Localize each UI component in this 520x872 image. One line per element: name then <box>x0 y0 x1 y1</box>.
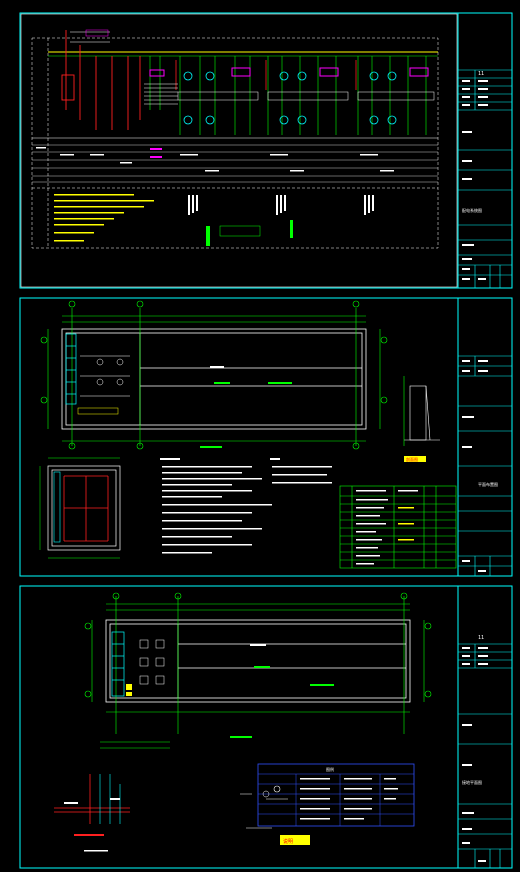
feeder-group-1 <box>149 56 259 135</box>
feeder-group-2 <box>267 56 349 135</box>
sheet-3-title-block <box>458 643 512 868</box>
switchgear-row <box>65 333 77 405</box>
sheet-2-drawing-name: 平面布置图 <box>478 481 498 487</box>
grounding-plan <box>105 619 411 703</box>
sheet-2-canvas: 平面布置图 剖面图 <box>19 297 513 577</box>
sheet-3-number: 11 <box>478 635 484 641</box>
grid-lines-3 <box>91 596 425 734</box>
section-label: 剖面图 <box>406 456 418 462</box>
highlight-label: 说明 <box>283 838 293 845</box>
sheet-1-canvas: 11 配电系统图 <box>19 12 513 289</box>
sheet-3-canvas: 11 接地平面图 图例 说明 <box>19 585 513 869</box>
drawing-sheet-3: 11 接地平面图 图例 说明 <box>0 584 520 872</box>
sheet-2-title-block <box>458 355 512 576</box>
sheet-2-frame <box>19 297 513 577</box>
sheet-3-drawing-name: 接地平面图 <box>462 779 482 785</box>
switchgear-3 <box>111 631 125 697</box>
drawing-sheet-1: 11 配电系统图 <box>0 0 520 292</box>
drawing-sheet-2: 平面布置图 剖面图 <box>0 296 520 578</box>
feeder-group-3 <box>357 56 435 135</box>
system-notes <box>54 194 154 242</box>
sheet-1-drawing-name: 配电系统图 <box>462 207 482 213</box>
sheet-2-notes <box>160 458 332 554</box>
section-view <box>403 376 440 446</box>
incoming-feeder <box>61 30 141 130</box>
legend-box: 图例 <box>257 763 415 827</box>
legend-title: 图例 <box>326 766 334 772</box>
sheet-1-number: 11 <box>478 71 484 77</box>
system-table <box>32 144 438 183</box>
